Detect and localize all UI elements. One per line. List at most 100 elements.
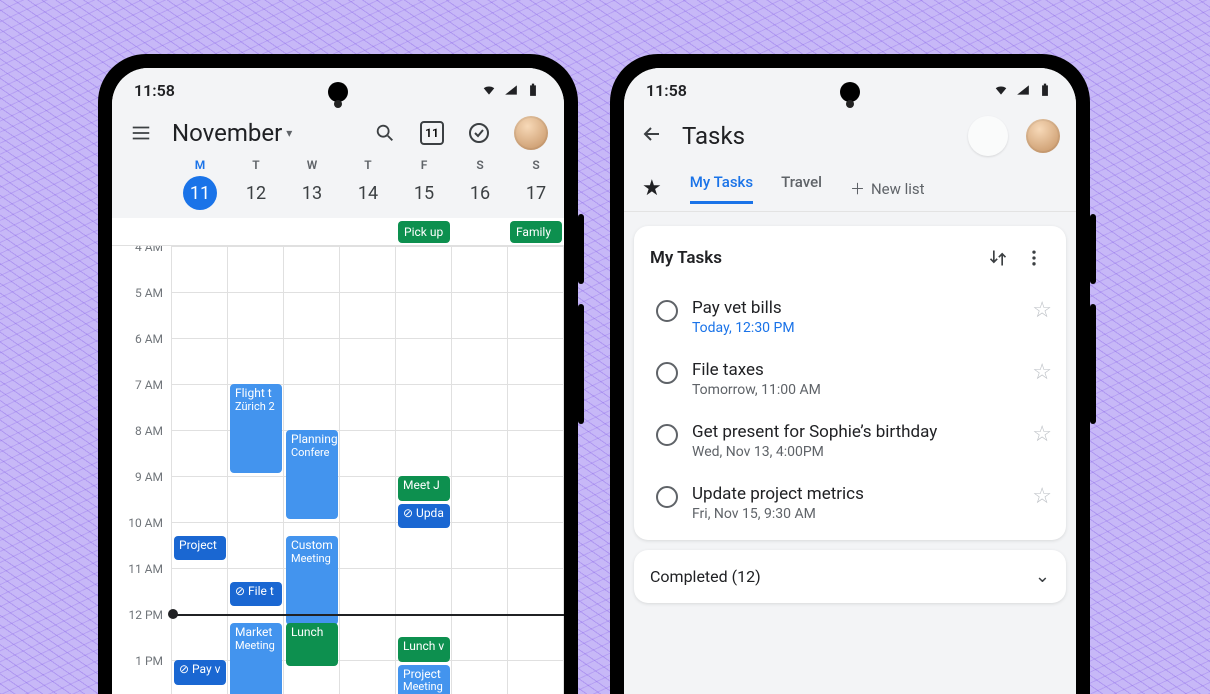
menu-icon[interactable] — [128, 120, 154, 146]
calendar-cell[interactable] — [452, 660, 508, 694]
calendar-cell[interactable] — [452, 522, 508, 568]
calendar-cell[interactable] — [452, 246, 508, 292]
calendar-cell[interactable] — [508, 522, 564, 568]
task-item[interactable]: File taxesTomorrow, 11:00 AM☆ — [650, 348, 1058, 410]
calendar-cell[interactable] — [508, 384, 564, 430]
calendar-cell[interactable] — [228, 246, 284, 292]
calendar-cell[interactable] — [396, 430, 452, 476]
calendar-cell[interactable] — [508, 476, 564, 522]
calendar-event[interactable]: MarketMeeting — [230, 623, 282, 694]
calendar-cell[interactable] — [228, 292, 284, 338]
calendar-cell[interactable] — [172, 476, 228, 522]
calendar-cell[interactable] — [340, 522, 396, 568]
more-icon[interactable] — [1016, 240, 1052, 276]
today-button[interactable]: 11 — [420, 121, 444, 145]
calendar-cell[interactable] — [340, 246, 396, 292]
calendar-cell[interactable] — [452, 430, 508, 476]
week-day[interactable]: T14 — [340, 158, 396, 210]
allday-event[interactable]: Pick up — [398, 221, 450, 243]
calendar-cell[interactable] — [340, 384, 396, 430]
task-complete-radio[interactable] — [656, 362, 678, 384]
search-icon[interactable] — [372, 120, 398, 146]
week-day[interactable]: W13 — [284, 158, 340, 210]
week-day[interactable]: T12 — [228, 158, 284, 210]
task-complete-radio[interactable] — [656, 424, 678, 446]
calendar-cell[interactable] — [452, 476, 508, 522]
calendar-event[interactable]: ⊘ Upda — [398, 504, 450, 529]
task-item[interactable]: Pay vet billsToday, 12:30 PM☆ — [650, 286, 1058, 348]
calendar-cell[interactable] — [172, 384, 228, 430]
calendar-cell[interactable] — [172, 430, 228, 476]
star-icon[interactable]: ☆ — [1032, 422, 1052, 447]
calendar-cell[interactable] — [396, 292, 452, 338]
calendar-cell[interactable] — [340, 568, 396, 614]
calendar-cell[interactable] — [340, 292, 396, 338]
calendar-cell[interactable] — [452, 568, 508, 614]
calendar-cell[interactable] — [340, 614, 396, 660]
tasks-icon[interactable] — [466, 120, 492, 146]
calendar-cell[interactable] — [508, 338, 564, 384]
calendar-cell[interactable] — [396, 384, 452, 430]
calendar-event[interactable]: Lunch — [286, 623, 338, 666]
week-day[interactable]: S16 — [452, 158, 508, 210]
calendar-cell[interactable] — [172, 292, 228, 338]
calendar-cell[interactable] — [172, 614, 228, 660]
calendar-event[interactable]: Flight tZürich 2 — [230, 384, 282, 473]
calendar-grid[interactable]: 4 AM5 AM6 AM7 AM8 AM9 AM10 AM11 AM12 PM1… — [112, 246, 564, 694]
calendar-cell[interactable] — [396, 522, 452, 568]
avatar[interactable] — [1026, 119, 1060, 153]
calendar-cell[interactable] — [396, 338, 452, 384]
unknown-action-button[interactable] — [968, 116, 1008, 156]
calendar-cell[interactable] — [340, 430, 396, 476]
calendar-cell[interactable] — [452, 292, 508, 338]
calendar-cell[interactable] — [284, 246, 340, 292]
calendar-event[interactable]: ⊘ Pay v — [174, 660, 226, 685]
calendar-cell[interactable] — [284, 338, 340, 384]
calendar-cell[interactable] — [172, 568, 228, 614]
week-day[interactable]: M11 — [172, 158, 228, 210]
calendar-cell[interactable] — [228, 522, 284, 568]
task-item[interactable]: Update project metricsFri, Nov 15, 9:30 … — [650, 472, 1058, 534]
calendar-event[interactable]: ⊘ File t — [230, 582, 282, 607]
calendar-cell[interactable] — [396, 568, 452, 614]
back-icon[interactable] — [640, 122, 664, 150]
star-icon[interactable]: ☆ — [1032, 298, 1052, 323]
allday-event[interactable]: Family — [510, 221, 562, 243]
calendar-cell[interactable] — [340, 476, 396, 522]
calendar-cell[interactable] — [172, 338, 228, 384]
calendar-event[interactable]: Project — [174, 536, 226, 561]
task-complete-radio[interactable] — [656, 300, 678, 322]
calendar-event[interactable]: ProjectMeeting — [398, 665, 450, 694]
calendar-cell[interactable] — [452, 338, 508, 384]
task-complete-radio[interactable] — [656, 486, 678, 508]
completed-section[interactable]: Completed (12) ⌄ — [634, 550, 1066, 603]
calendar-cell[interactable] — [396, 246, 452, 292]
calendar-cell[interactable] — [508, 246, 564, 292]
task-item[interactable]: Get present for Sophie’s birthdayWed, No… — [650, 410, 1058, 472]
calendar-cell[interactable] — [508, 614, 564, 660]
calendar-event[interactable]: CustomMeeting — [286, 536, 338, 625]
tab-my-tasks[interactable]: My Tasks — [690, 173, 753, 204]
calendar-cell[interactable] — [340, 660, 396, 694]
calendar-cell[interactable] — [508, 660, 564, 694]
calendar-cell[interactable] — [172, 246, 228, 292]
calendar-event[interactable]: Meet J — [398, 476, 450, 501]
month-picker[interactable]: November ▾ — [172, 119, 292, 147]
week-day[interactable]: S17 — [508, 158, 564, 210]
calendar-cell[interactable] — [452, 384, 508, 430]
star-icon[interactable]: ☆ — [1032, 484, 1052, 509]
calendar-cell[interactable] — [284, 292, 340, 338]
week-day[interactable]: F15 — [396, 158, 452, 210]
calendar-event[interactable]: Lunch v — [398, 637, 450, 662]
calendar-cell[interactable] — [508, 430, 564, 476]
avatar[interactable] — [514, 116, 548, 150]
calendar-cell[interactable] — [452, 614, 508, 660]
calendar-cell[interactable] — [340, 338, 396, 384]
calendar-event[interactable]: PlanningConfere — [286, 430, 338, 519]
calendar-cell[interactable] — [228, 338, 284, 384]
calendar-cell[interactable] — [284, 384, 340, 430]
star-icon[interactable]: ☆ — [1032, 360, 1052, 385]
calendar-cell[interactable] — [508, 568, 564, 614]
new-list-button[interactable]: ＋ New list — [850, 178, 925, 199]
calendar-cell[interactable] — [228, 476, 284, 522]
